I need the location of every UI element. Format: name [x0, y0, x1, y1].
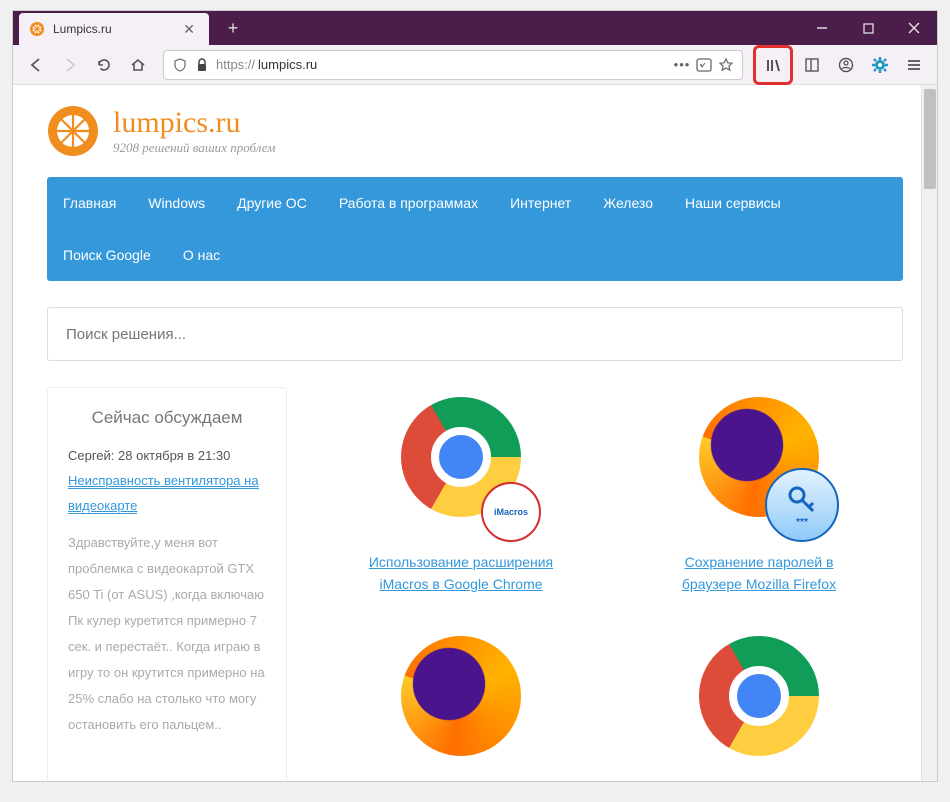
search-input[interactable]: [66, 326, 884, 343]
nav-item[interactable]: Главная: [47, 177, 132, 229]
browser-tab[interactable]: Lumpics.ru ✕: [19, 13, 209, 45]
window-controls: [799, 11, 937, 45]
site-logo-icon: [47, 105, 99, 157]
nav-item[interactable]: О нас: [167, 229, 236, 281]
extension-gear-icon[interactable]: [865, 50, 895, 80]
nav-item[interactable]: Другие ОС: [221, 177, 323, 229]
scroll-thumb[interactable]: [924, 89, 936, 189]
menu-button[interactable]: [899, 50, 929, 80]
key-badge-icon: ***: [765, 468, 839, 542]
forward-button[interactable]: [55, 50, 85, 80]
comment-link[interactable]: Неисправность вентилятора на видеокарте: [68, 473, 259, 514]
reload-button[interactable]: [89, 50, 119, 80]
article-title-link[interactable]: Сохранение паролей в браузере Mozilla Fi…: [682, 554, 836, 592]
back-button[interactable]: [21, 50, 51, 80]
article-card[interactable]: [654, 626, 864, 781]
nav-item[interactable]: Работа в программах: [323, 177, 494, 229]
nav-item[interactable]: Железо: [587, 177, 669, 229]
reader-view-icon[interactable]: [696, 57, 712, 73]
article-thumbnail: [391, 636, 531, 776]
vertical-scrollbar[interactable]: [921, 85, 937, 781]
address-bar[interactable]: https:// •••: [163, 50, 743, 80]
article-card[interactable]: [356, 626, 566, 781]
comment-author-date: Сергей: 28 октября в 21:30: [68, 448, 266, 463]
shield-icon[interactable]: [172, 57, 188, 73]
toolbar: https:// •••: [13, 45, 937, 85]
nav-item[interactable]: Поиск Google: [47, 229, 167, 281]
browser-window: Lumpics.ru ✕ + https:// •••: [12, 10, 938, 782]
new-tab-button[interactable]: +: [219, 18, 247, 39]
favicon: [29, 21, 45, 37]
article-thumbnail: ***: [689, 397, 829, 537]
nav-item[interactable]: Интернет: [494, 177, 587, 229]
article-title-link[interactable]: Использование расширения iMacros в Googl…: [369, 554, 553, 592]
url-protocol: https://: [216, 57, 255, 72]
close-icon[interactable]: ✕: [179, 21, 199, 38]
lock-icon[interactable]: [194, 57, 210, 73]
bookmark-star-icon[interactable]: [718, 57, 734, 73]
article-thumbnail: [689, 636, 829, 776]
site-header: lumpics.ru 9208 решений ваших проблем: [47, 105, 903, 157]
minimize-button[interactable]: [799, 11, 845, 45]
account-button[interactable]: [831, 50, 861, 80]
article-grid: iMacros Использование расширения iMacros…: [317, 387, 903, 781]
chrome-icon: [699, 636, 819, 756]
discussion-sidebar: Сейчас обсуждаем Сергей: 28 октября в 21…: [47, 387, 287, 781]
library-button[interactable]: [758, 50, 788, 80]
maximize-button[interactable]: [845, 11, 891, 45]
page-content: lumpics.ru 9208 решений ваших проблем Гл…: [13, 85, 937, 781]
site-search[interactable]: [47, 307, 903, 361]
home-button[interactable]: [123, 50, 153, 80]
titlebar: Lumpics.ru ✕ +: [13, 11, 937, 45]
article-card[interactable]: iMacros Использование расширения iMacros…: [356, 387, 566, 596]
nav-item[interactable]: Наши сервисы: [669, 177, 797, 229]
tab-title: Lumpics.ru: [53, 22, 179, 36]
sidebar-heading: Сейчас обсуждаем: [68, 408, 266, 428]
highlight-annotation: [753, 45, 793, 85]
article-thumbnail: iMacros: [391, 397, 531, 537]
sidebar-button[interactable]: [797, 50, 827, 80]
url-input[interactable]: [258, 57, 668, 72]
close-window-button[interactable]: [891, 11, 937, 45]
comment-body: Здравствуйте,у меня вот проблемка с виде…: [68, 530, 266, 738]
imacros-badge-icon: iMacros: [481, 482, 541, 542]
nav-item[interactable]: Windows: [132, 177, 221, 229]
site-tagline: 9208 решений ваших проблем: [113, 140, 275, 156]
page-actions-icon[interactable]: •••: [674, 57, 690, 73]
article-card[interactable]: *** Сохранение паролей в браузере Mozill…: [654, 387, 864, 596]
site-title: lumpics.ru: [113, 106, 275, 140]
main-nav: Главная Windows Другие ОС Работа в прогр…: [47, 177, 903, 281]
firefox-icon: [401, 636, 521, 756]
